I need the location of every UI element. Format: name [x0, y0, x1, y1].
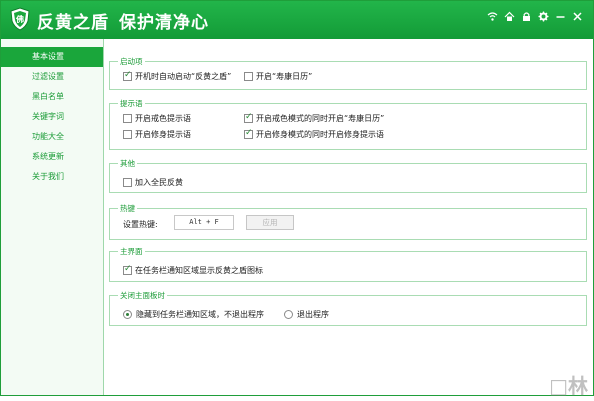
cultivation-mode-prompt-option[interactable]: 开启修身模式的同时开启修身提示语 — [244, 128, 384, 140]
abstinence-calendar-checkbox[interactable] — [244, 112, 253, 123]
app-title: 反黄之盾 保护清净心 — [37, 8, 209, 33]
group-title: 主界面 — [118, 246, 145, 257]
sidebar-item-about-us[interactable]: 关于我们 — [1, 167, 103, 187]
sidebar: 基本设置 过滤设置 黑白名单 关键字词 功能大全 系统更新 关于我们 — [1, 39, 104, 395]
join-anti-porn-option[interactable]: 加入全民反黄 — [123, 177, 183, 188]
option-label: 开启修身提示语 — [135, 130, 191, 139]
close-main-group: 关闭主面板时 隐藏到任务栏通知区域，不退出程序 退出程序 — [109, 290, 587, 326]
shoukang-calendar-option[interactable]: 开启“寿康日历” — [244, 71, 312, 82]
exit-program-radio[interactable] — [284, 310, 293, 319]
lock-icon[interactable] — [521, 10, 532, 22]
cultivation-mode-prompt-checkbox[interactable] — [244, 128, 253, 139]
cultivation-prompt-option[interactable]: 开启修身提示语 — [123, 129, 191, 140]
abstinence-prompt-checkbox[interactable] — [123, 114, 132, 123]
sidebar-item-keywords[interactable]: 关键字词 — [1, 107, 103, 127]
gear-icon[interactable] — [538, 10, 549, 22]
group-title: 热键 — [118, 203, 137, 214]
join-anti-porn-checkbox[interactable] — [123, 178, 132, 187]
tray-icon-checkbox[interactable] — [123, 264, 132, 275]
apply-button[interactable]: 应用 — [246, 215, 294, 230]
option-label: 隐藏到任务栏通知区域，不退出程序 — [136, 310, 264, 319]
option-label: 退出程序 — [297, 310, 329, 319]
group-title: 启动项 — [118, 56, 145, 67]
sidebar-item-basic-settings[interactable]: 基本设置 — [1, 47, 103, 67]
option-label: 开机时自动启动“反黄之盾” — [135, 72, 232, 81]
settings-panel: 启动项 开机时自动启动“反黄之盾” 开启“寿康日历” 提示语 开启戒色提示语 开… — [105, 39, 593, 395]
hotkey-label: 设置热键: — [123, 220, 158, 229]
auto-start-checkbox[interactable] — [123, 70, 132, 81]
sidebar-item-features[interactable]: 功能大全 — [1, 127, 103, 147]
option-label: 开启戒色提示语 — [135, 114, 191, 123]
option-label: 开启“寿康日历” — [256, 72, 313, 81]
shield-logo-icon: 佛 — [9, 7, 31, 31]
prompts-group: 提示语 开启戒色提示语 开启戒色模式的同时开启“寿康日历” 开启修身提示语 开启… — [109, 98, 587, 150]
group-title: 提示语 — [118, 98, 145, 109]
hotkey-group: 热键 设置热键: Alt + F 应用 — [109, 203, 587, 240]
sidebar-item-system-update[interactable]: 系统更新 — [1, 147, 103, 167]
group-title: 其他 — [118, 158, 137, 169]
option-label: 开启戒色模式的同时开启“寿康日历” — [256, 114, 385, 123]
hide-to-tray-radio[interactable] — [123, 310, 132, 319]
abstinence-prompt-option[interactable]: 开启戒色提示语 — [123, 113, 191, 124]
watermark: □林 — [549, 374, 588, 398]
app-window: 佛 反黄之盾 保护清净心 基本设置 过滤设置 黑白名单 关键字词 功能大全 系统… — [0, 0, 594, 396]
svg-text:佛: 佛 — [15, 14, 24, 24]
close-icon[interactable] — [572, 10, 583, 22]
option-label: 加入全民反黄 — [135, 178, 183, 187]
shoukang-calendar-checkbox[interactable] — [244, 72, 253, 81]
sidebar-item-filter-settings[interactable]: 过滤设置 — [1, 67, 103, 87]
minimize-icon[interactable] — [555, 10, 566, 22]
hide-to-tray-option[interactable]: 隐藏到任务栏通知区域，不退出程序 — [123, 309, 264, 320]
window-controls — [487, 10, 583, 22]
abstinence-calendar-option[interactable]: 开启戒色模式的同时开启“寿康日历” — [244, 112, 385, 124]
exit-program-option[interactable]: 退出程序 — [284, 309, 329, 320]
title-bar: 佛 反黄之盾 保护清净心 — [1, 1, 593, 39]
app-title-main: 反黄之盾 — [37, 13, 109, 33]
sidebar-item-black-white-list[interactable]: 黑白名单 — [1, 87, 103, 107]
option-label: 开启修身模式的同时开启修身提示语 — [256, 130, 384, 139]
hotkey-input[interactable]: Alt + F — [174, 215, 234, 230]
group-title: 关闭主面板时 — [118, 290, 167, 301]
tray-icon-option[interactable]: 在任务栏通知区域显示反黄之盾图标 — [123, 264, 263, 276]
app-title-sub: 保护清净心 — [119, 13, 209, 33]
auto-start-option[interactable]: 开机时自动启动“反黄之盾” — [123, 70, 232, 82]
home-icon[interactable] — [504, 10, 515, 22]
wifi-icon[interactable] — [487, 10, 498, 22]
option-label: 在任务栏通知区域显示反黄之盾图标 — [135, 266, 263, 275]
other-group: 其他 加入全民反黄 — [109, 158, 587, 193]
main-ui-group: 主界面 在任务栏通知区域显示反黄之盾图标 — [109, 246, 587, 282]
startup-group: 启动项 开机时自动启动“反黄之盾” 开启“寿康日历” — [109, 56, 587, 90]
cultivation-prompt-checkbox[interactable] — [123, 130, 132, 139]
